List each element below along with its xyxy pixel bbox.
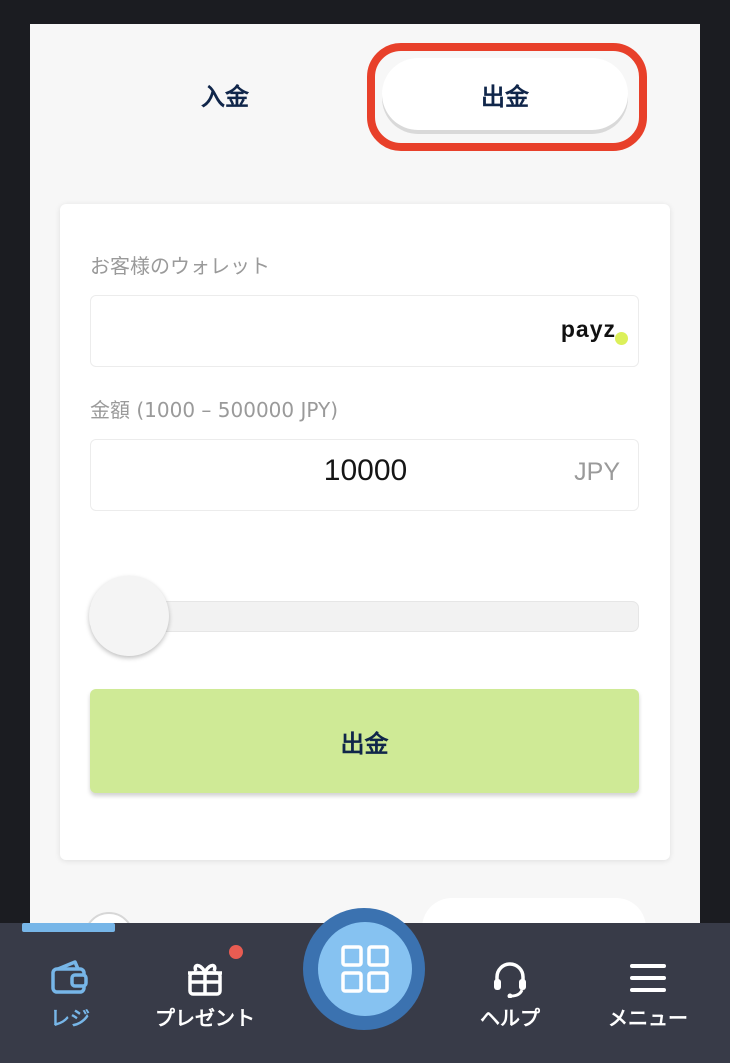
center-menu-button[interactable] [318,922,412,1016]
notification-badge [229,945,243,959]
gift-icon [188,963,222,996]
amount-label: 金額 (1000 – 500000 JPY) [90,398,339,422]
amount-input[interactable]: 10000 JPY [90,439,639,511]
nav-gift[interactable]: プレゼント [140,958,270,1031]
wallet-select[interactable]: payz [90,295,639,367]
hamburger-icon [630,964,666,992]
tab-withdraw[interactable]: 出金 [382,58,628,130]
payz-logo: payz [560,316,616,342]
amount-slider-thumb[interactable] [89,576,169,656]
wallet-label: お客様のウォレット [90,254,270,278]
amount-slider-track[interactable] [90,601,639,632]
withdraw-button[interactable]: 出金 [90,689,639,793]
amount-value: 10000 [323,454,408,487]
grid-icon [341,945,389,993]
nav-help[interactable]: ヘルプ [445,958,575,1031]
tab-deposit[interactable]: 入金 [110,58,340,130]
payz-logo-dot [615,332,628,345]
amount-currency: JPY [574,458,620,486]
active-tab-indicator [22,923,115,932]
headset-icon [494,962,526,998]
nav-menu[interactable]: メニュー [583,958,713,1031]
nav-menu-label: メニュー [608,1006,688,1030]
nav-gift-label: プレゼント [155,1006,255,1030]
wallet-icon [51,960,88,994]
nav-cashier[interactable]: レジ [5,958,135,1031]
nav-help-label: ヘルプ [480,1006,540,1030]
nav-cashier-label: レジ [50,1006,90,1030]
